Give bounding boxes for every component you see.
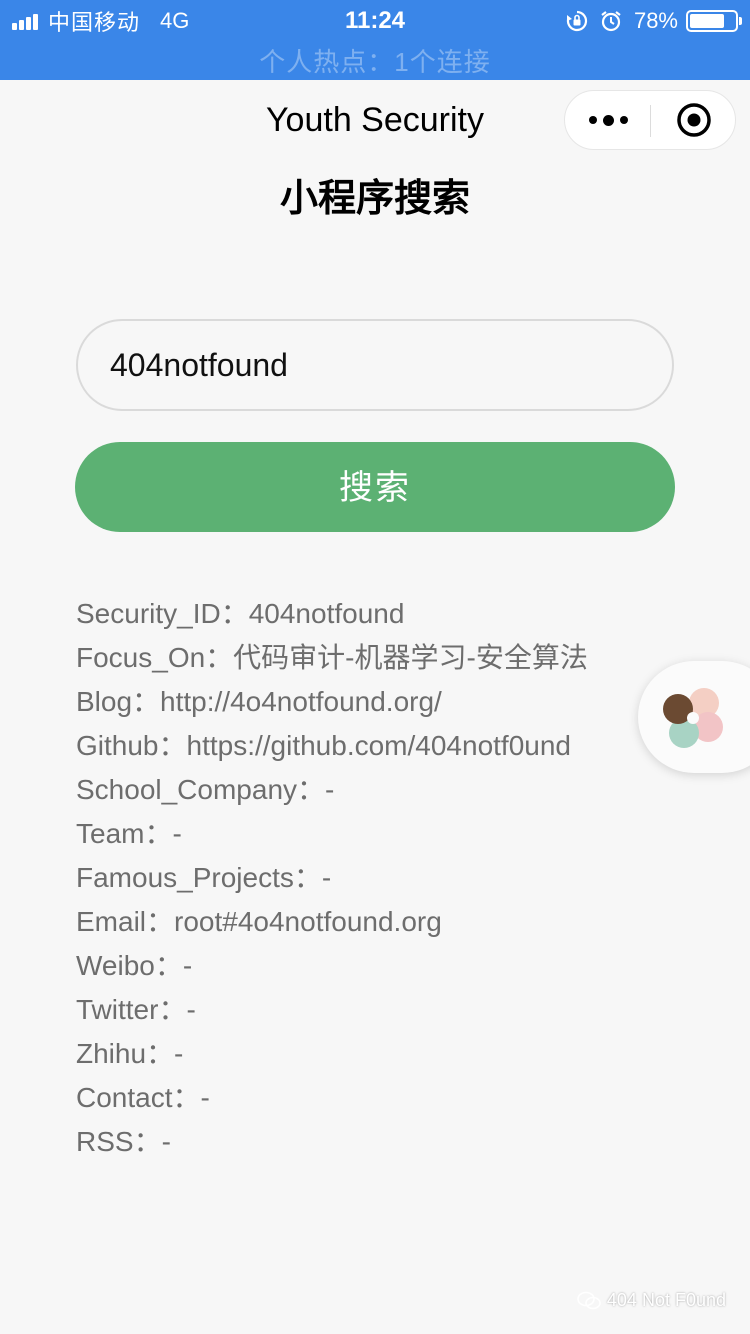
- info-focus-on: Focus_On：代码审计-机器学习-安全算法: [76, 642, 588, 673]
- search-input[interactable]: [76, 319, 674, 411]
- watermark: 404 Not F0und: [577, 1290, 726, 1311]
- status-bar: 中国移动 4G 11:24 78% 个人热点：1个连接: [0, 0, 750, 80]
- info-twitter: Twitter：-: [76, 994, 196, 1025]
- info-security-id: Security_ID：404notfound: [76, 598, 405, 629]
- info-email: Email：root#4o4notfound.org: [76, 906, 442, 937]
- page-title: 小程序搜索: [279, 178, 470, 220]
- rotation-lock-icon: [566, 10, 588, 32]
- target-circle-icon[interactable]: [651, 91, 737, 149]
- info-famous-projects: Famous_Projects：-: [76, 862, 332, 893]
- wechat-icon: [577, 1291, 601, 1309]
- search-button[interactable]: 搜索: [75, 442, 675, 532]
- info-team: Team：-: [76, 818, 182, 849]
- nav-bar: Youth Security: [0, 80, 750, 160]
- info-school-company: School_Company：-: [76, 774, 335, 805]
- battery-percent: 78%: [633, 8, 678, 33]
- profile-info: Security_ID：404notfound Focus_On：代码审计-机器…: [76, 592, 656, 1164]
- pinwheel-icon: [663, 688, 723, 748]
- floating-bubble[interactable]: [638, 661, 750, 773]
- info-blog: Blog：http://4o4notfound.org/: [76, 686, 442, 717]
- battery-fill: [690, 14, 724, 28]
- info-contact: Contact：-: [76, 1082, 210, 1113]
- info-github: Github：https://github.com/404notf0und: [76, 730, 571, 761]
- battery-icon: [686, 10, 742, 32]
- status-right: 78%: [554, 6, 742, 36]
- watermark-text: 404 Not F0und: [606, 1290, 726, 1310]
- alarm-icon: [601, 11, 621, 32]
- info-weibo: Weibo：-: [76, 950, 193, 981]
- hotspot-banner[interactable]: 个人热点：1个连接: [0, 42, 750, 79]
- info-rss: RSS：-: [76, 1126, 171, 1157]
- info-zhihu: Zhihu：-: [76, 1038, 184, 1069]
- mini-program-capsule: [564, 90, 736, 150]
- more-dots-icon[interactable]: [565, 91, 651, 149]
